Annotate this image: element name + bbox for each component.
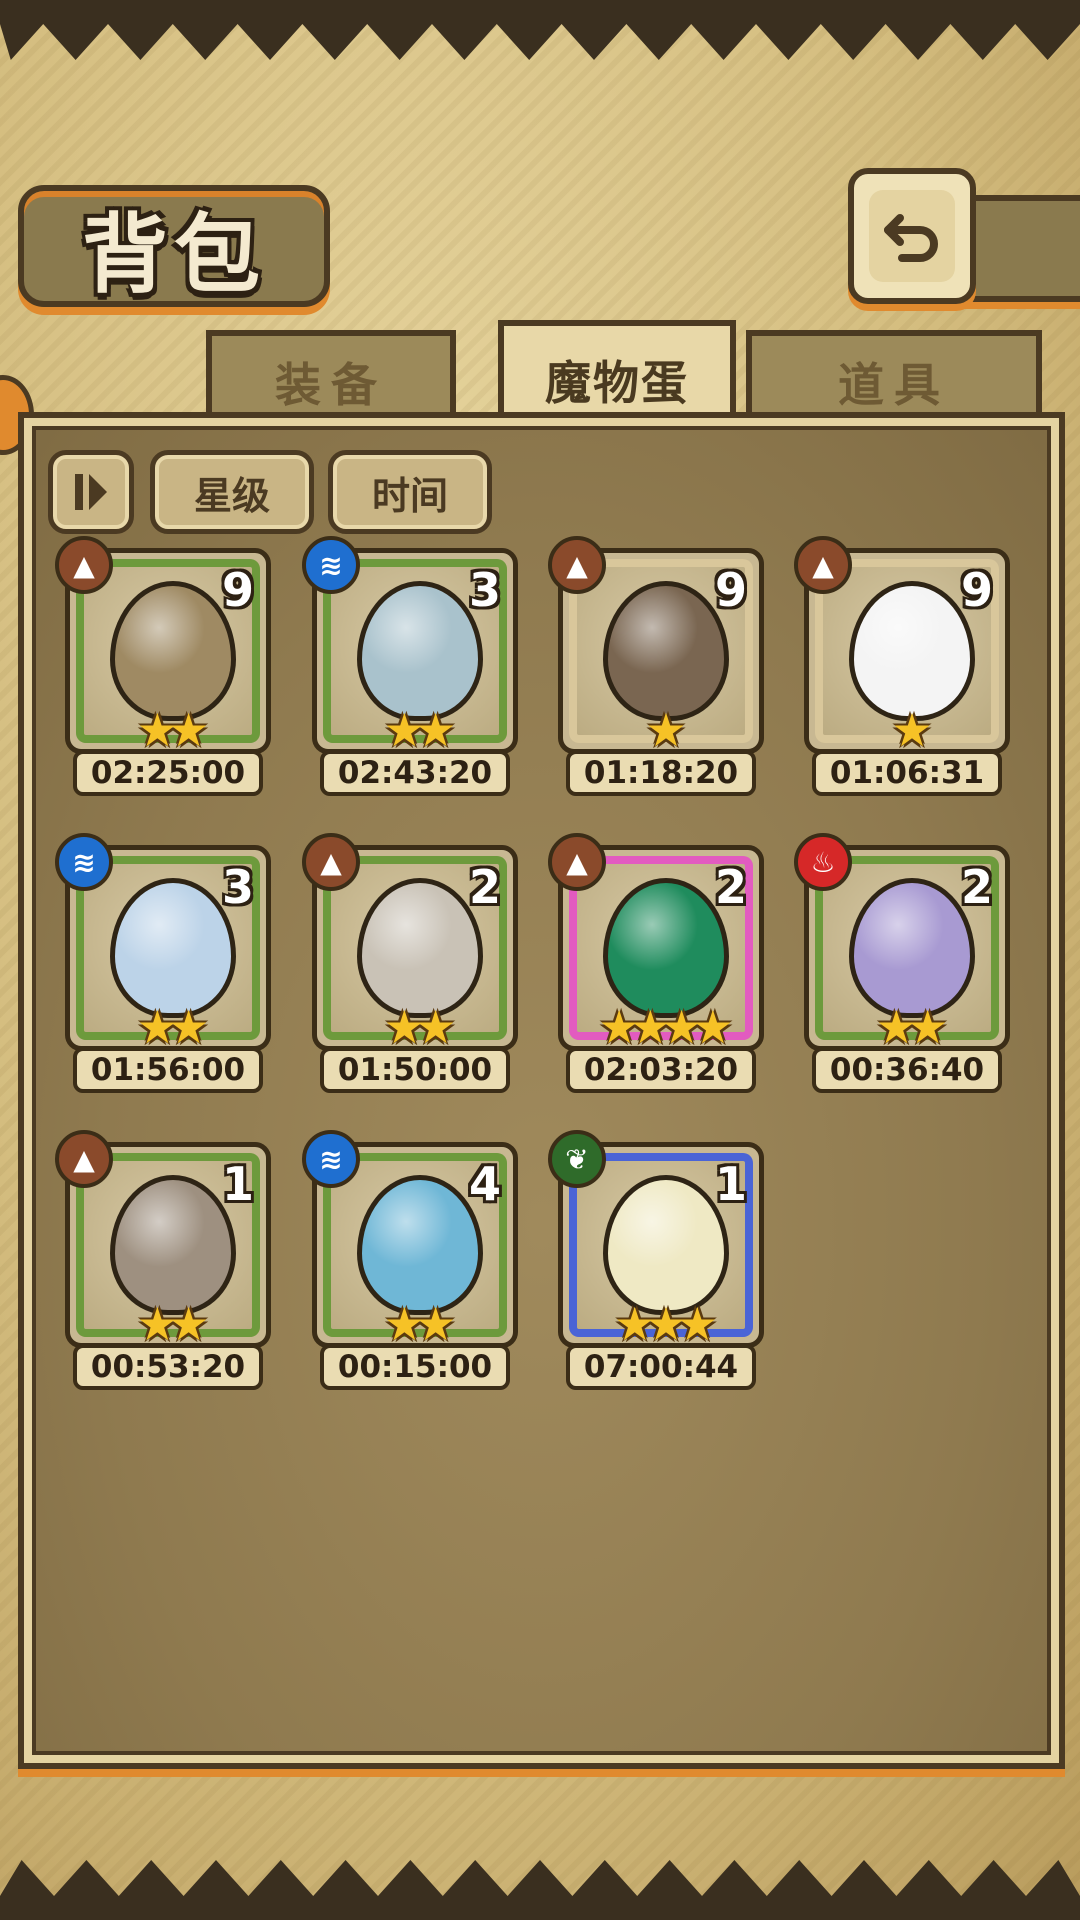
water-icon: ≋ xyxy=(55,833,113,891)
egg-count: 9 xyxy=(714,563,747,617)
egg-card[interactable]: 2 ★★ ♨ 00:36:40 xyxy=(794,833,1010,1100)
hatch-timer: 00:36:40 xyxy=(812,1047,1002,1093)
earth-icon: ▲ xyxy=(548,833,606,891)
star-rating: ★★ xyxy=(383,1297,456,1351)
egg-card[interactable]: 9 ★ ▲ 01:18:20 xyxy=(548,536,764,803)
hatch-timer: 07:00:44 xyxy=(566,1344,756,1390)
egg-count: 2 xyxy=(468,860,501,914)
tab-label: 道具 xyxy=(838,358,950,412)
hatch-timer: 02:03:20 xyxy=(566,1047,756,1093)
egg-card[interactable]: 1 ★★ ▲ 00:53:20 xyxy=(55,1130,271,1397)
nature-icon: ❦ xyxy=(548,1130,606,1188)
sort-by-stars-button[interactable]: 星级 xyxy=(150,450,314,534)
back-button-face xyxy=(869,190,955,282)
water-icon: ≋ xyxy=(302,1130,360,1188)
egg-count: 9 xyxy=(960,563,993,617)
star-rating: ★ xyxy=(891,703,932,757)
hatch-timer: 02:43:20 xyxy=(320,750,510,796)
egg-card[interactable]: 3 ★★ ≋ 01:56:00 xyxy=(55,833,271,1100)
hatch-timer: 01:56:00 xyxy=(73,1047,263,1093)
star-rating: ★★ xyxy=(383,703,456,757)
egg-card[interactable]: 4 ★★ ≋ 00:15:00 xyxy=(302,1130,518,1397)
egg-count: 2 xyxy=(960,860,993,914)
egg-count: 1 xyxy=(221,1157,254,1211)
egg-count: 2 xyxy=(714,860,747,914)
page-title: 背包 xyxy=(82,203,266,305)
star-rating: ★★ xyxy=(136,703,209,757)
egg-card[interactable]: 1 ★★★ ❦ 07:00:44 xyxy=(548,1130,764,1397)
fire-icon: ♨ xyxy=(794,833,852,891)
egg-card[interactable]: 9 ★★ ▲ 02:25:00 xyxy=(55,536,271,803)
tab-label: 装备 xyxy=(275,358,387,412)
star-rating: ★★ xyxy=(875,1000,948,1054)
earth-icon: ▲ xyxy=(302,833,360,891)
title-plaque: 背包 xyxy=(18,185,330,307)
sort-direction-icon xyxy=(75,474,107,510)
egg-card[interactable]: 2 ★★★★ ▲ 02:03:20 xyxy=(548,833,764,1100)
earth-icon: ▲ xyxy=(55,536,113,594)
egg-card[interactable]: 9 ★ ▲ 01:06:31 xyxy=(794,536,1010,803)
tab-label: 魔物蛋 xyxy=(545,356,689,410)
earth-icon: ▲ xyxy=(794,536,852,594)
egg-card[interactable]: 2 ★★ ▲ 01:50:00 xyxy=(302,833,518,1100)
star-rating: ★ xyxy=(645,703,686,757)
star-rating: ★★ xyxy=(383,1000,456,1054)
star-rating: ★★★ xyxy=(614,1297,718,1351)
egg-card[interactable]: 3 ★★ ≋ 02:43:20 xyxy=(302,536,518,803)
earth-icon: ▲ xyxy=(55,1130,113,1188)
egg-count: 3 xyxy=(221,860,254,914)
egg-count: 3 xyxy=(468,563,501,617)
back-arrow-icon xyxy=(884,214,938,262)
egg-count: 4 xyxy=(468,1157,501,1211)
water-icon: ≋ xyxy=(302,536,360,594)
egg-count: 9 xyxy=(221,563,254,617)
star-rating: ★★★★ xyxy=(598,1000,734,1054)
star-rating: ★★ xyxy=(136,1000,209,1054)
hatch-timer: 00:15:00 xyxy=(320,1344,510,1390)
hatch-timer: 01:06:31 xyxy=(812,750,1002,796)
back-button[interactable] xyxy=(848,168,976,304)
hatch-timer: 01:50:00 xyxy=(320,1047,510,1093)
earth-icon: ▲ xyxy=(548,536,606,594)
hatch-timer: 02:25:00 xyxy=(73,750,263,796)
star-rating: ★★ xyxy=(136,1297,209,1351)
hatch-timer: 00:53:20 xyxy=(73,1344,263,1390)
egg-count: 1 xyxy=(714,1157,747,1211)
sort-by-time-button[interactable]: 时间 xyxy=(328,450,492,534)
hatch-timer: 01:18:20 xyxy=(566,750,756,796)
sort-order-toggle[interactable] xyxy=(48,450,134,534)
